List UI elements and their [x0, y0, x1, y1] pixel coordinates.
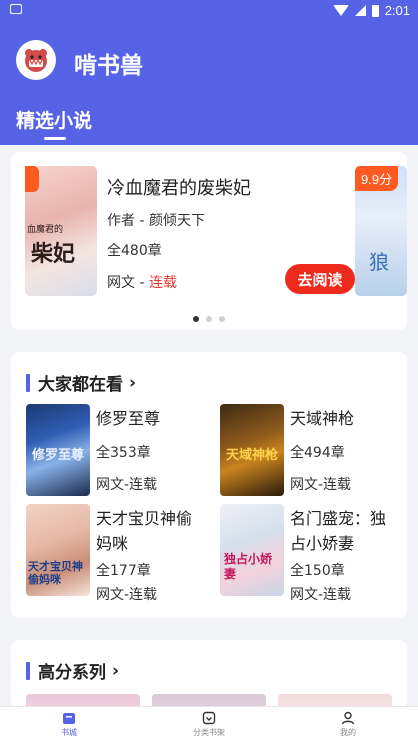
- app-header: 2:01 啃书兽 精选小说: [0, 0, 418, 145]
- book-chapters: 全480章: [107, 243, 162, 259]
- section-accent-bar: [26, 661, 30, 680]
- nav-profile[interactable]: 我的: [308, 711, 388, 738]
- rating-badge: 9.9分: [355, 166, 399, 191]
- book-chapters: 全150章: [290, 563, 345, 579]
- book-source: 网文 -: [107, 275, 149, 291]
- rating-tag: [25, 166, 39, 192]
- book-cover: 天域神枪: [220, 404, 284, 496]
- nav-category-shelf[interactable]: 分类书架: [169, 711, 249, 738]
- nav-label: 我的: [340, 728, 356, 737]
- nav-label: 分类书架: [193, 728, 225, 737]
- book-cover: 修罗至尊: [26, 404, 90, 496]
- section-accent-bar: [26, 373, 30, 392]
- book-author: 作者 - 颜倾天下: [107, 213, 205, 229]
- cover-title: 独占小娇妻: [224, 552, 273, 581]
- tab-indicator: [44, 137, 66, 140]
- book-meta: 网文 - 连载: [107, 272, 177, 292]
- book-cover: 独占小娇妻: [220, 504, 284, 596]
- book-item[interactable]: 天才宝贝神偷妈咪 天才宝贝神偷妈咪 全177章 网文-连载: [26, 504, 216, 603]
- book-title[interactable]: 冷血魔君的废柴妃: [107, 174, 251, 200]
- bookstore-icon: [63, 713, 75, 724]
- section-high-score: 高分系列 ›: [11, 640, 407, 710]
- cover-subtitle: 血魔君的: [27, 225, 64, 235]
- notification-icon: [10, 4, 22, 14]
- cover-title: 狼: [369, 250, 389, 274]
- bookshelf-icon: [202, 711, 216, 725]
- battery-icon: [371, 4, 379, 17]
- book-item[interactable]: 独占小娇妻 名门盛宠：独占小娇妻 全150章 网文-连载: [220, 504, 410, 603]
- carousel-dot[interactable]: [193, 316, 199, 322]
- cover-title: 天域神枪: [226, 448, 279, 463]
- book-title: 修罗至尊: [96, 409, 161, 428]
- section-popular: 大家都在看 › 修罗至尊 修罗至尊 全353章 网文-连载 天域神枪 天域神枪 …: [11, 352, 407, 618]
- signal-icon: [354, 5, 366, 16]
- app-title: 啃书兽: [74, 53, 143, 79]
- featured-carousel[interactable]: 血魔君的 柴妃 冷血魔君的废柴妃 作者 - 颜倾天下 全480章 网文 - 连载…: [11, 152, 407, 330]
- book-meta: 网文-连载: [96, 477, 158, 493]
- carousel-dot[interactable]: [219, 316, 225, 322]
- section-title: 大家都在看: [38, 375, 123, 395]
- book-item[interactable]: 天域神枪 天域神枪 全494章 网文-连载: [220, 404, 410, 500]
- nav-label: 书城: [61, 728, 77, 737]
- book-title: 天才宝贝神偷妈咪: [96, 509, 193, 553]
- book-meta: 网文-连载: [290, 477, 352, 493]
- book-item[interactable]: 修罗至尊 修罗至尊 全353章 网文-连载: [26, 404, 216, 500]
- user-icon: [341, 711, 355, 725]
- cover-title: 天才宝贝神偷妈咪: [28, 560, 83, 586]
- next-book-cover[interactable]: 9.9分 狼: [355, 166, 407, 296]
- book-chapters: 全494章: [290, 445, 345, 461]
- book-cover: 天才宝贝神偷妈咪: [26, 504, 90, 596]
- carousel-slide[interactable]: 血魔君的 柴妃 冷血魔君的废柴妃 作者 - 颜倾天下 全480章 网文 - 连载…: [11, 152, 407, 330]
- tab-featured-novels[interactable]: 精选小说: [16, 106, 92, 133]
- section-header[interactable]: 大家都在看 ›: [26, 370, 136, 395]
- status-bar: 2:01: [0, 0, 418, 22]
- read-button[interactable]: 去阅读: [285, 264, 355, 294]
- book-status: 连载: [148, 275, 177, 291]
- bottom-nav: 书城 分类书架 我的: [0, 706, 418, 744]
- mascot-icon: [25, 49, 47, 72]
- chevron-right-icon: ›: [112, 660, 120, 681]
- status-time: 2:01: [384, 3, 410, 18]
- nav-bookstore[interactable]: 书城: [29, 711, 109, 738]
- book-title: 名门盛宠：独占小娇妻: [290, 509, 387, 553]
- cover-title: 柴妃: [31, 241, 76, 267]
- book-chapters: 全177章: [96, 563, 151, 579]
- app-logo: [16, 40, 56, 80]
- chevron-right-icon: ›: [129, 372, 137, 393]
- book-title: 天域神枪: [290, 409, 355, 428]
- wifi-icon: [332, 5, 349, 16]
- cover-title: 修罗至尊: [32, 448, 85, 463]
- book-chapters: 全353章: [96, 445, 151, 461]
- book-meta: 网文-连载: [290, 587, 352, 603]
- carousel-dot[interactable]: [206, 316, 212, 322]
- section-title: 高分系列: [38, 663, 106, 683]
- book-meta: 网文-连载: [96, 587, 158, 603]
- section-header[interactable]: 高分系列 ›: [26, 658, 119, 683]
- carousel-indicator: [11, 316, 407, 322]
